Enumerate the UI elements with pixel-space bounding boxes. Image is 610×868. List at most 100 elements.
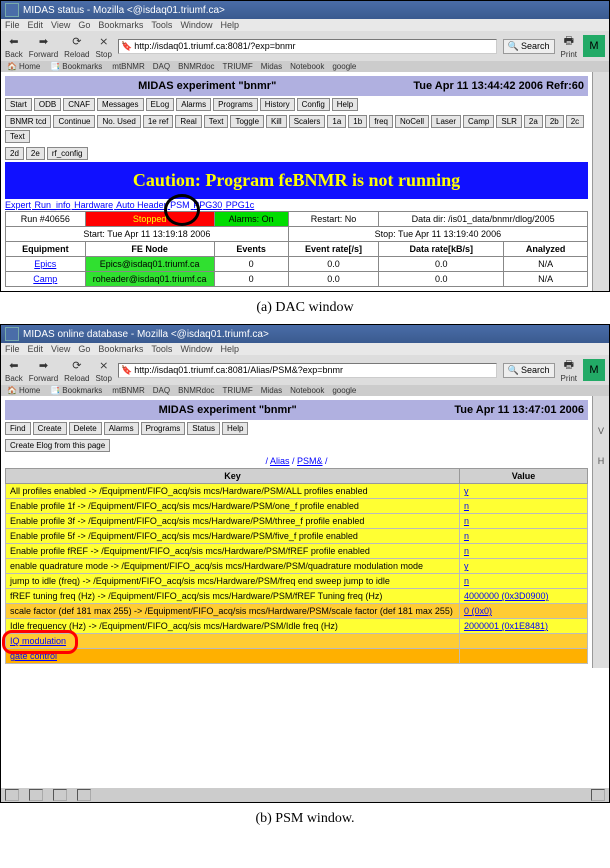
value-link[interactable]: 4000000 (0x3D0900) [464, 591, 549, 601]
btn-status[interactable]: Status [187, 422, 220, 435]
bookmarks-link[interactable]: 📑Bookmarks [48, 386, 106, 395]
btn-freq[interactable]: freq [369, 115, 393, 128]
crumb-alias[interactable]: Alias [270, 456, 290, 466]
menu-bar[interactable]: File Edit View Go Bookmarks Tools Window… [1, 19, 609, 31]
search-button[interactable]: 🔍Search [503, 363, 555, 378]
btn-laser[interactable]: Laser [431, 115, 461, 128]
value-link[interactable]: n [464, 531, 469, 541]
link-bnmrdoc[interactable]: BNMRdoc [176, 62, 216, 71]
menu-help[interactable]: Help [220, 20, 239, 30]
btn-text[interactable]: Text [204, 115, 229, 128]
menu-tools[interactable]: Tools [151, 20, 172, 30]
menu-bookmarks[interactable]: Bookmarks [98, 20, 143, 30]
btn-nocell[interactable]: NoCell [395, 115, 429, 128]
btn-text[interactable]: Text [5, 130, 30, 143]
btn-history[interactable]: History [260, 98, 295, 111]
btn-odb[interactable]: ODB [34, 98, 61, 111]
btn-camp[interactable]: Camp [463, 115, 494, 128]
btn-no-used[interactable]: No. Used [97, 115, 140, 128]
link-gate-control[interactable]: gate control [10, 651, 57, 661]
btn-alarms[interactable]: Alarms [176, 98, 211, 111]
btn-2b[interactable]: 2b [545, 115, 564, 128]
link-midas[interactable]: Midas [259, 62, 284, 71]
menu-view[interactable]: View [51, 20, 70, 30]
value-link[interactable]: y [464, 486, 469, 496]
bookmark-icon[interactable]: 🔖 [121, 365, 132, 376]
btn-kill[interactable]: Kill [266, 115, 287, 128]
link-ppg30[interactable]: PPG30 [193, 200, 222, 210]
address-bar[interactable]: 🔖http://isdaq01.triumf.ca:8081/?exp=bnmr [118, 39, 497, 54]
stop-button[interactable]: ⨯Stop [96, 357, 112, 383]
reload-button[interactable]: ⟳Reload [64, 33, 89, 59]
menu-help[interactable]: Help [220, 344, 239, 354]
btn-cnaf[interactable]: CNAF [63, 98, 95, 111]
link-ppg1c[interactable]: PPG1c [226, 200, 255, 210]
menu-edit[interactable]: Edit [28, 20, 44, 30]
link-bnmrdoc[interactable]: BNMRdoc [176, 386, 216, 395]
value-link[interactable]: y [464, 561, 469, 571]
menu-window[interactable]: Window [180, 20, 212, 30]
btn-elog[interactable]: ELog [146, 98, 175, 111]
menu-file[interactable]: File [5, 20, 20, 30]
bookmarks-bar-2[interactable]: 🏠Home 📑Bookmarks mtBNMR DAQ BNMRdoc TRIU… [1, 385, 609, 396]
back-button[interactable]: ⬅Back [5, 33, 23, 59]
link-daq[interactable]: DAQ [151, 62, 172, 71]
link-iq-modulation[interactable]: IQ modulation [10, 636, 66, 646]
btn-bnmr-tcd[interactable]: BNMR tcd [5, 115, 51, 128]
link-notebook[interactable]: Notebook [288, 62, 326, 71]
btn-alarms[interactable]: Alarms [104, 422, 139, 435]
btn-create[interactable]: Create [33, 422, 67, 435]
eq-camp[interactable]: Camp [33, 274, 57, 284]
btn-real[interactable]: Real [175, 115, 201, 128]
btn-start[interactable]: Start [5, 98, 32, 111]
print-button[interactable]: 🖶Print [561, 33, 577, 59]
link-notebook[interactable]: Notebook [288, 386, 326, 395]
link-triumf[interactable]: TRIUMF [221, 386, 255, 395]
reload-button[interactable]: ⟳Reload [64, 357, 89, 383]
btn-config[interactable]: Config [297, 98, 330, 111]
btn-1a[interactable]: 1a [327, 115, 346, 128]
print-button[interactable]: 🖶Print [561, 357, 577, 383]
menu-tools[interactable]: Tools [151, 344, 172, 354]
menu-view[interactable]: View [51, 344, 70, 354]
bookmarks-bar[interactable]: 🏠Home 📑Bookmarks mtBNMR DAQ BNMRdoc TRIU… [1, 61, 609, 72]
menu-bar-2[interactable]: File Edit View Go Bookmarks Tools Window… [1, 343, 609, 355]
btn-messages[interactable]: Messages [97, 98, 143, 111]
menu-edit[interactable]: Edit [28, 344, 44, 354]
btn-help[interactable]: Help [222, 422, 248, 435]
link-auto-header[interactable]: Auto Header [116, 200, 167, 210]
btn-delete[interactable]: Delete [69, 422, 102, 435]
link-google[interactable]: google [330, 62, 358, 71]
search-button[interactable]: 🔍Search [503, 39, 555, 54]
btn-slr[interactable]: SLR [496, 115, 522, 128]
stop-button[interactable]: ⨯Stop [96, 33, 112, 59]
link-triumf[interactable]: TRIUMF [221, 62, 255, 71]
btn-1b[interactable]: 1b [348, 115, 367, 128]
btn-continue[interactable]: Continue [53, 115, 95, 128]
bookmarks-link[interactable]: 📑Bookmarks [48, 62, 106, 71]
link-daq[interactable]: DAQ [151, 386, 172, 395]
btn-help[interactable]: Help [332, 98, 358, 111]
forward-button[interactable]: ➡Forward [29, 33, 58, 59]
value-link[interactable]: n [464, 576, 469, 586]
value-link[interactable]: n [464, 546, 469, 556]
btn-toggle[interactable]: Toggle [230, 115, 264, 128]
value-link[interactable]: 0 (0x0) [464, 606, 492, 616]
btn-2d[interactable]: 2d [5, 147, 24, 160]
menu-window[interactable]: Window [180, 344, 212, 354]
btn-2c[interactable]: 2c [566, 115, 584, 128]
link-google[interactable]: google [330, 386, 358, 395]
link-mtbnmr[interactable]: mtBNMR [110, 62, 146, 71]
back-button[interactable]: ⬅Back [5, 357, 23, 383]
link-run-info[interactable]: Run_info [35, 200, 71, 210]
link-hardware[interactable]: Hardware [74, 200, 113, 210]
crumb-psm[interactable]: PSM& [297, 456, 323, 466]
bookmark-icon[interactable]: 🔖 [121, 41, 132, 52]
btn-1e-ref[interactable]: 1e ref [143, 115, 173, 128]
home-link[interactable]: 🏠Home [5, 62, 44, 71]
link-psm[interactable]: PSM [170, 200, 190, 210]
link-midas[interactable]: Midas [259, 386, 284, 395]
menu-go[interactable]: Go [78, 20, 90, 30]
value-link[interactable]: n [464, 516, 469, 526]
btn-find[interactable]: Find [5, 422, 31, 435]
